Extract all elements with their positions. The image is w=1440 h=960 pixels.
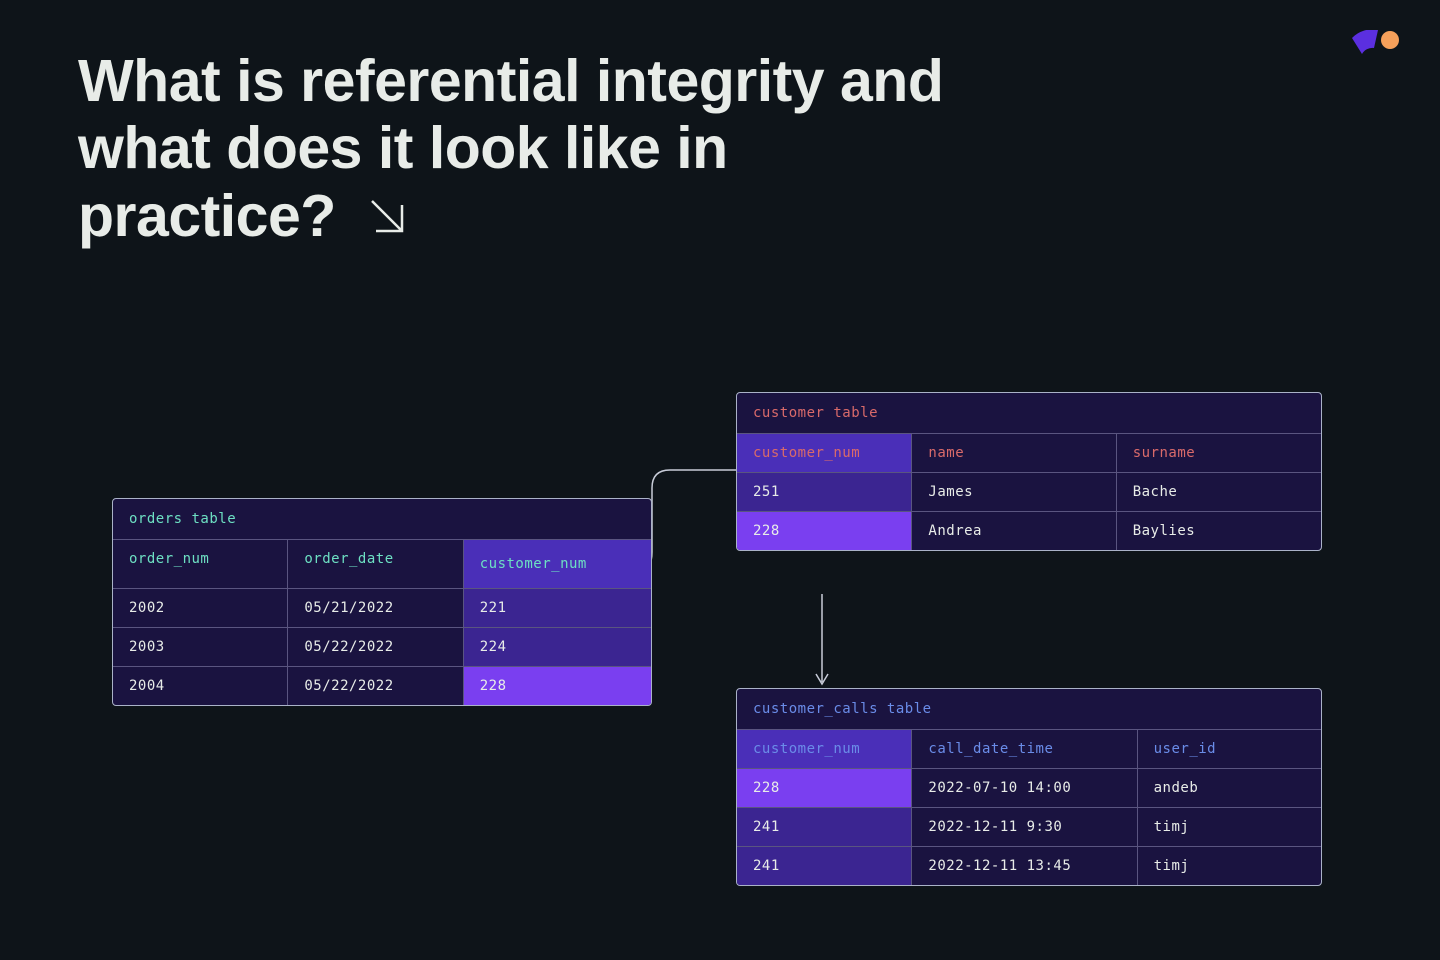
table-row: 2004 05/22/2022 228 [113,666,651,705]
cell: 2022-07-10 14:00 [912,769,1137,807]
cell: 2004 [113,667,288,705]
customer-caption: customer table [737,393,1321,433]
calls-caption: customer_calls table [737,689,1321,729]
brand-logo [1344,30,1404,84]
page-title: What is referential integrity and what d… [78,48,978,254]
orders-col-order-date: order_date [288,540,463,588]
cell: 2022-12-11 9:30 [912,808,1137,846]
cell: 251 [737,473,912,511]
table-row: 228 Andrea Baylies [737,511,1321,550]
customer-col-customer-num: customer_num [737,434,912,472]
table-row: 228 2022-07-10 14:00 andeb [737,768,1321,807]
table-row: 241 2022-12-11 9:30 timj [737,807,1321,846]
orders-header-row: order_num order_date customer_num [113,539,651,588]
arrow-down-right-icon [364,186,410,253]
calls-col-user-id: user_id [1138,730,1321,768]
connector-customer-to-orders [640,430,740,580]
table-row: 241 2022-12-11 13:45 timj [737,846,1321,885]
orders-caption: orders table [113,499,651,539]
cell-highlight: 228 [464,667,651,705]
cell: Bache [1117,473,1321,511]
cell: James [912,473,1116,511]
table-row: 2002 05/21/2022 221 [113,588,651,627]
cell: 05/22/2022 [288,667,463,705]
customer-table: customer table customer_num name surname… [736,392,1322,551]
cell: 241 [737,808,912,846]
cell: 241 [737,847,912,885]
customer-col-name: name [912,434,1116,472]
cell-highlight: 228 [737,769,912,807]
cell: timj [1138,808,1321,846]
table-row: 251 James Bache [737,472,1321,511]
cell: 2003 [113,628,288,666]
orders-col-order-num: order_num [113,540,288,588]
table-row: 2003 05/22/2022 224 [113,627,651,666]
cell: andeb [1138,769,1321,807]
orders-table: orders table order_num order_date custom… [112,498,652,706]
customer-col-surname: surname [1117,434,1321,472]
calls-col-call-date-time: call_date_time [912,730,1137,768]
customer-header-row: customer_num name surname [737,433,1321,472]
cell: 05/22/2022 [288,628,463,666]
cell: 224 [464,628,651,666]
cell: Baylies [1117,512,1321,550]
cell: timj [1138,847,1321,885]
calls-header-row: customer_num call_date_time user_id [737,729,1321,768]
cell: Andrea [912,512,1116,550]
cell: 2022-12-11 13:45 [912,847,1137,885]
calls-col-customer-num: customer_num [737,730,912,768]
cell: 05/21/2022 [288,589,463,627]
connector-customer-to-calls [810,594,840,694]
title-text: What is referential integrity and what d… [78,48,943,249]
customer-calls-table: customer_calls table customer_num call_d… [736,688,1322,886]
cell-highlight: 228 [737,512,912,550]
cell: 2002 [113,589,288,627]
cell: 221 [464,589,651,627]
orders-col-customer-num: customer_num [464,540,651,588]
